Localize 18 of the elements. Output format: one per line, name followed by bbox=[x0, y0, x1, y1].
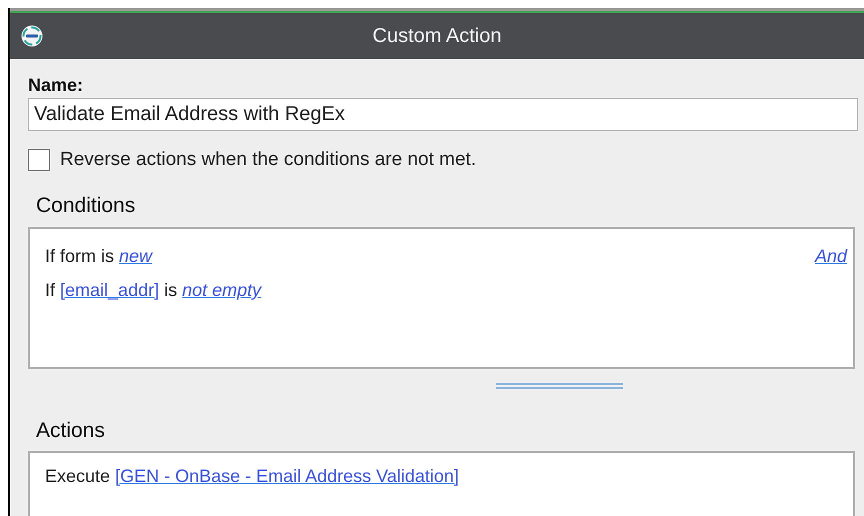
field-link[interactable]: [email_addr] bbox=[60, 280, 160, 300]
condition-text: If form is bbox=[45, 246, 114, 266]
condition-text: is bbox=[164, 280, 178, 300]
app-logo-icon bbox=[21, 25, 43, 47]
value-link[interactable]: new bbox=[119, 246, 152, 266]
reverse-label: Reverse actions when the conditions are not met. bbox=[60, 149, 476, 171]
window-title: Custom Action bbox=[372, 24, 502, 46]
reverse-checkbox[interactable] bbox=[28, 149, 50, 171]
condition-text: Execute bbox=[45, 466, 110, 486]
name-label: Name: bbox=[28, 75, 84, 96]
field-link[interactable]: [GEN - OnBase - Email Address Validation] bbox=[115, 466, 459, 486]
actions-heading: Actions bbox=[36, 419, 105, 443]
condition-text: If bbox=[45, 280, 56, 300]
and-link[interactable]: And bbox=[814, 246, 847, 266]
value-link[interactable]: not empty bbox=[182, 280, 262, 300]
conditions-heading: Conditions bbox=[36, 194, 136, 218]
splitter-handle[interactable] bbox=[496, 383, 623, 389]
name-field[interactable]: Validate Email Address with RegEx bbox=[28, 98, 858, 131]
